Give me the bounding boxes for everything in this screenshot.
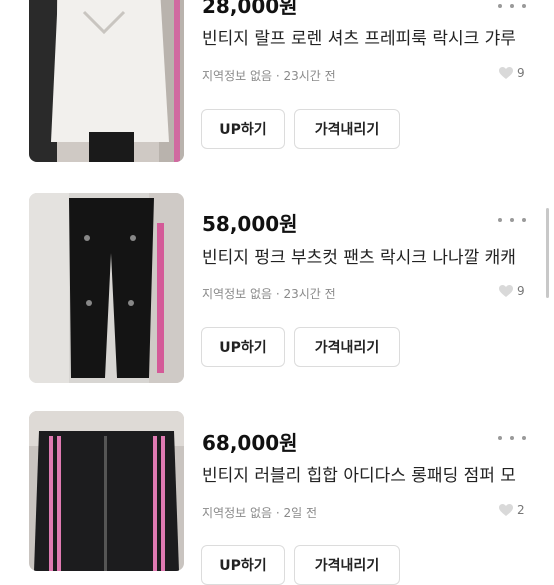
listing-meta: 지역정보 없음 · 2일 전 (202, 506, 318, 520)
heart-icon (499, 504, 513, 516)
listing-meta: 지역정보 없음 · 23시간 전 (202, 287, 336, 301)
listing-price: 28,000원 (202, 0, 298, 18)
more-dots-icon[interactable] (498, 0, 526, 12)
heart-icon (499, 285, 513, 297)
up-button[interactable]: UP하기 (201, 109, 285, 149)
heart-icon (499, 67, 513, 79)
lower-price-button[interactable]: 가격내리기 (294, 545, 400, 585)
up-button[interactable]: UP하기 (201, 327, 285, 367)
like-count-value: 2 (517, 503, 525, 517)
more-dots-icon[interactable] (498, 214, 526, 226)
listing-thumbnail[interactable] (29, 0, 184, 162)
product-photo-white-shirt (29, 0, 184, 162)
product-photo-padded-jumper (29, 411, 184, 571)
listing-price: 68,000원 (202, 431, 298, 455)
like-count-value: 9 (517, 66, 525, 80)
scrollbar[interactable] (546, 208, 549, 298)
listing-title[interactable]: 빈티지 러블리 힙합 아디다스 롱패딩 점퍼 모 (202, 461, 532, 486)
more-dots-icon[interactable] (498, 432, 526, 444)
listing-thumbnail[interactable] (29, 411, 184, 571)
lower-price-button[interactable]: 가격내리기 (294, 327, 400, 367)
like-count[interactable]: 9 (498, 66, 525, 80)
listing-meta: 지역정보 없음 · 23시간 전 (202, 69, 336, 83)
up-button[interactable]: UP하기 (201, 545, 285, 585)
listing-price: 58,000원 (202, 212, 298, 236)
like-count-value: 9 (517, 284, 525, 298)
listing-title[interactable]: 빈티지 랄프 로렌 셔츠 프레피룩 락시크 갸루 (202, 24, 532, 49)
listing-thumbnail[interactable] (29, 193, 184, 383)
listing-title[interactable]: 빈티지 펑크 부츠컷 팬츠 락시크 나나깔 캐캐 (202, 243, 532, 268)
like-count[interactable]: 9 (498, 284, 525, 298)
lower-price-button[interactable]: 가격내리기 (294, 109, 400, 149)
like-count[interactable]: 2 (498, 503, 525, 517)
product-photo-black-pants (29, 193, 184, 383)
